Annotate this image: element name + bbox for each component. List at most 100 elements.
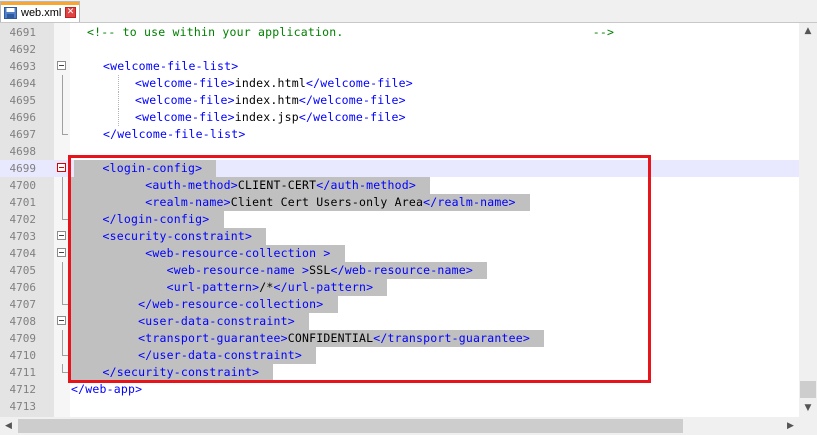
selection-eol bbox=[473, 263, 487, 277]
code-line[interactable]: 4707 </web-resource-collection> bbox=[0, 296, 799, 313]
code-line[interactable]: 4705 <web-resource-name >SSL</web-resour… bbox=[0, 262, 799, 279]
fold-toggle-icon[interactable] bbox=[57, 248, 66, 257]
line-number: 4702 bbox=[9, 213, 37, 226]
code-line[interactable]: 4694 <welcome-file>index.html</welcome-fi… bbox=[0, 75, 799, 92]
code-text: <user-data-constraint> bbox=[74, 313, 310, 330]
arrow-right-icon[interactable]: ▶ bbox=[782, 417, 799, 435]
line-number: 4712 bbox=[9, 383, 37, 396]
code-line[interactable]: 4702 </login-config> bbox=[0, 211, 799, 228]
fold-line bbox=[62, 194, 63, 211]
code-line[interactable]: 4706 <url-pattern>/*</url-pattern> bbox=[0, 279, 799, 296]
code-line[interactable]: 4693 <welcome-file-list> bbox=[0, 58, 799, 75]
fold-toggle-icon[interactable] bbox=[57, 163, 66, 172]
horizontal-scroll-thumb[interactable] bbox=[18, 419, 683, 433]
xml-text: index.jsp bbox=[234, 110, 299, 124]
indent-guide bbox=[118, 75, 119, 92]
code-line[interactable]: 4708 <user-data-constraint> bbox=[0, 313, 799, 330]
line-number: 4708 bbox=[9, 315, 37, 328]
line-number: 4709 bbox=[9, 332, 37, 345]
code-text: <welcome-file-list> bbox=[103, 58, 238, 75]
line-number: 4704 bbox=[9, 247, 37, 260]
code-line[interactable]: 4711 </security-constraint> bbox=[0, 364, 799, 381]
code-line[interactable]: 4712 </web-app> bbox=[0, 381, 799, 398]
xml-tag: <transport-guarantee> bbox=[138, 331, 288, 345]
tab-bar: web.xml ✕ bbox=[0, 0, 817, 23]
arrow-down-icon[interactable]: ▼ bbox=[799, 400, 817, 417]
xml-tag: <welcome-file> bbox=[135, 76, 235, 90]
fold-line bbox=[62, 279, 63, 296]
code-text: <welcome-file>index.htm</welcome-file> bbox=[135, 92, 406, 109]
arrow-up-icon[interactable]: ▲ bbox=[799, 23, 817, 40]
code-text: <welcome-file>index.jsp</welcome-file> bbox=[135, 109, 406, 126]
selection-eol bbox=[516, 195, 530, 209]
xml-text: CONFIDENTIAL bbox=[287, 331, 374, 345]
fold-end-marker bbox=[62, 347, 68, 356]
code-line[interactable]: 4709 <transport-guarantee>CONFIDENTIAL</… bbox=[0, 330, 799, 347]
xml-tag: <login-config> bbox=[102, 161, 203, 175]
tab-web-xml[interactable]: web.xml ✕ bbox=[0, 1, 80, 22]
code-text: <transport-guarantee>CONFIDENTIAL</trans… bbox=[74, 330, 545, 347]
code-line[interactable]: 4697 </welcome-file-list> bbox=[0, 126, 799, 143]
fold-line bbox=[62, 92, 63, 109]
line-number: 4699 bbox=[9, 162, 37, 175]
code-line[interactable]: 4692 bbox=[0, 41, 799, 58]
xml-tag: </user-data-constraint> bbox=[138, 348, 302, 362]
code-text: <welcome-file>index.html</welcome-file> bbox=[135, 75, 413, 92]
code-line[interactable]: 4713 bbox=[0, 398, 799, 415]
xml-tag: </web-app> bbox=[71, 382, 143, 396]
line-number: 4707 bbox=[9, 298, 37, 311]
line-number: 4695 bbox=[9, 94, 37, 107]
code-text: <web-resource-collection > bbox=[74, 245, 345, 262]
code-editor[interactable]: 4691 <!-- to use within your application.… bbox=[0, 23, 799, 417]
xml-tag: </welcome-file-list> bbox=[103, 127, 246, 141]
line-number: 4694 bbox=[9, 77, 37, 90]
xml-tag: </web-resource-collection> bbox=[138, 297, 324, 311]
code-text: </login-config> bbox=[74, 211, 224, 228]
fold-toggle-icon[interactable] bbox=[57, 61, 66, 70]
fold-toggle-icon[interactable] bbox=[57, 231, 66, 240]
code-line[interactable]: 4696 <welcome-file>index.jsp</welcome-fil… bbox=[0, 109, 799, 126]
arrow-left-icon[interactable]: ◀ bbox=[0, 417, 17, 435]
selection-eol bbox=[259, 365, 273, 379]
code-line[interactable]: 4699 <login-config> bbox=[0, 160, 799, 177]
code-line[interactable]: 4703 <security-constraint> bbox=[0, 228, 799, 245]
selection-eol bbox=[530, 331, 544, 345]
selection-eol bbox=[416, 178, 430, 192]
code-line[interactable]: 4710 </user-data-constraint> bbox=[0, 347, 799, 364]
code-line[interactable]: 4698 bbox=[0, 143, 799, 160]
xml-tag: <welcome-file-list> bbox=[103, 59, 239, 73]
fold-end-marker bbox=[62, 364, 68, 373]
code-line[interactable]: 4701 <realm-name>Client Cert Users-only … bbox=[0, 194, 799, 211]
selection-eol bbox=[302, 348, 316, 362]
xml-tag: </welcome-file> bbox=[305, 76, 413, 90]
xml-text: /* bbox=[259, 280, 274, 294]
fold-toggle-icon[interactable] bbox=[57, 316, 66, 325]
line-number: 4705 bbox=[9, 264, 37, 277]
fold-line bbox=[62, 262, 63, 279]
vertical-scrollbar[interactable]: ▲ ▼ bbox=[799, 23, 817, 417]
close-icon[interactable]: ✕ bbox=[65, 7, 76, 18]
code-line[interactable]: 4691 <!-- to use within your application.… bbox=[0, 24, 799, 41]
indent-guide bbox=[118, 109, 119, 126]
selection-eol bbox=[373, 280, 387, 294]
tab-label: web.xml bbox=[21, 7, 62, 19]
fold-end-marker bbox=[62, 126, 68, 135]
code-line[interactable]: 4695 <welcome-file>index.htm</welcome-fil… bbox=[0, 92, 799, 109]
horizontal-scrollbar[interactable]: ◀ ▶ bbox=[0, 417, 799, 435]
selection-eol bbox=[323, 297, 337, 311]
vertical-scroll-thumb[interactable] bbox=[800, 381, 816, 398]
line-number: 4710 bbox=[9, 349, 37, 362]
line-number: 4701 bbox=[9, 196, 37, 209]
xml-comment: <!-- to use within your application. --> bbox=[87, 25, 615, 39]
code-line[interactable]: 4704 <web-resource-collection > bbox=[0, 245, 799, 262]
code-line[interactable]: 4700 <auth-method>CLIENT-CERT</auth-meth… bbox=[0, 177, 799, 194]
code-text: </web-app> bbox=[71, 381, 142, 398]
xml-text: index.html bbox=[234, 76, 306, 90]
xml-tag: </auth-method> bbox=[316, 178, 416, 192]
